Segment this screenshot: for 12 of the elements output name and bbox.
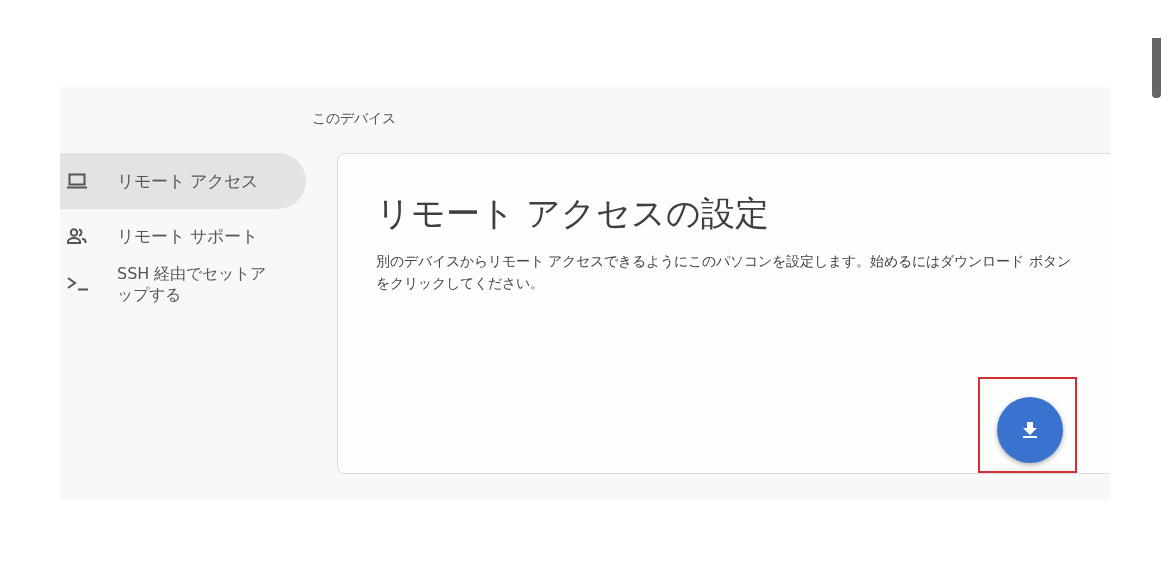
- people-icon: [67, 228, 87, 244]
- section-heading: このデバイス: [312, 109, 397, 128]
- card-description: 別のデバイスからリモート アクセスできるようにこのパソコンを設定します。始めるにはダウンロード ボタンをクリックしてください。: [376, 252, 1072, 293]
- sidebar-item[interactable]: リモート サポート: [60, 209, 306, 263]
- sidebar-item[interactable]: リモート アクセス: [60, 153, 306, 209]
- sidebar-item[interactable]: SSH 経由でセットアップする: [60, 263, 306, 305]
- card-title: リモート アクセスの設定: [376, 192, 770, 235]
- download-icon: [1023, 422, 1037, 438]
- terminal-icon: [67, 277, 89, 291]
- scrollbar[interactable]: [1152, 38, 1161, 98]
- laptop-icon: [67, 173, 87, 189]
- download-button[interactable]: [997, 397, 1063, 463]
